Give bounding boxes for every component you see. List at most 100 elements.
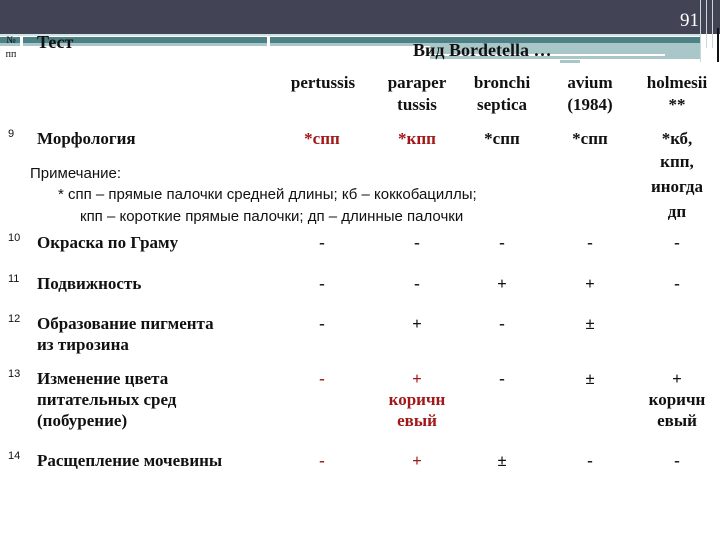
row-test-name: Образование пигмента из тирозина (37, 313, 214, 355)
table-cell: - (622, 450, 720, 471)
row-number: 9 (8, 128, 15, 140)
cell-line: ± (585, 369, 595, 388)
note-title: Примечание: (30, 165, 121, 182)
cell-line: - (319, 233, 325, 252)
table-cell: - (296, 273, 348, 294)
row-test-name: Окраска по Граму (37, 232, 178, 253)
table-cell: - (372, 232, 462, 253)
column-header-test: Тест (37, 32, 74, 52)
test-name-line: Расщепление мочевины (37, 451, 223, 470)
decor-vline (706, 0, 707, 48)
species-name: pertussis (290, 73, 356, 92)
test-name-line: Образование пигмента (37, 314, 214, 333)
species-name: septica (476, 95, 528, 114)
slide-title-bar (0, 0, 720, 34)
table-cell: *кпп (372, 128, 462, 149)
cell-line: - (499, 233, 505, 252)
note-line-1: * спп – прямые палочки средней длины; кб… (58, 186, 477, 203)
cell-line: дп (667, 202, 687, 221)
cell-line: + (412, 314, 422, 333)
row-test-name: Подвижность (37, 273, 141, 294)
cell-line: + (412, 369, 422, 388)
cell-line: *спп (484, 129, 520, 148)
row-number: 11 (8, 273, 20, 285)
row-number: 12 (8, 313, 21, 325)
cell-line: - (674, 274, 680, 293)
test-name-line: Подвижность (37, 274, 142, 293)
cell-line: *спп (304, 129, 340, 148)
slide-number: 91 (680, 10, 699, 31)
column-header-avium: avium (1984) (548, 72, 632, 116)
row-number: 14 (8, 450, 21, 462)
species-name: paraper (387, 73, 447, 92)
column-header-pertussis: pertussis (283, 72, 363, 94)
decor-vline (712, 0, 713, 48)
cell-line: + (497, 274, 507, 293)
test-name-line: Окраска по Граму (37, 233, 179, 252)
test-name-line: Морфология (37, 129, 136, 148)
column-header-bronchiseptica: bronchi septica (462, 72, 542, 116)
decor-vline (700, 0, 701, 62)
table-cell: - (548, 450, 632, 471)
species-name: tussis (397, 95, 437, 114)
cell-line: ± (497, 451, 507, 470)
cell-line: - (674, 233, 680, 252)
table-cell: *кб, кпп, иногда дп (622, 128, 720, 224)
table-cell: - (296, 232, 348, 253)
table-cell: *спп (462, 128, 542, 149)
table-cell: + (372, 313, 462, 334)
table-cell: - (372, 273, 462, 294)
table-cell: - (462, 232, 542, 253)
table-cell: + (462, 273, 542, 294)
table-cell: *спп (296, 128, 348, 149)
column-header-number: № пп (5, 35, 17, 60)
species-name: bronchi (473, 73, 531, 92)
column-header-holmesii: holmesii ** (622, 72, 720, 116)
cell-line: - (674, 451, 680, 470)
cell-line: + (585, 274, 595, 293)
cell-line: *спп (572, 129, 608, 148)
table-cell: - (622, 232, 720, 253)
decor-bar (560, 60, 580, 63)
cell-line: - (499, 369, 505, 388)
test-name-line: (побурение) (37, 411, 128, 430)
table-cell: ± (462, 450, 542, 471)
table-cell: - (296, 368, 348, 389)
cell-line: евый (397, 411, 437, 430)
row-test-name: Расщепление мочевины (37, 450, 222, 471)
cell-line: иногда (650, 177, 704, 196)
cell-line: *кпп (398, 129, 436, 148)
test-name-line: из тирозина (37, 335, 129, 354)
column-group-header-species: Вид Bordetella … (413, 40, 552, 60)
row-test-name: Морфология (37, 128, 136, 149)
note-line-2: кпп – короткие прямые палочки; дп – длин… (80, 208, 464, 225)
row-number: 10 (8, 232, 21, 244)
table-cell: - (296, 313, 348, 334)
table-cell: *спп (548, 128, 632, 149)
cell-line: + (672, 369, 682, 388)
cell-line: *кб, (661, 129, 693, 148)
cell-line: + (412, 451, 422, 470)
table-cell: ± (548, 313, 632, 334)
row-test-name: Изменение цвета питательных сред (побурени… (37, 368, 176, 431)
table-cell: + (372, 450, 462, 471)
table-cell: - (548, 232, 632, 253)
decor-bar (270, 43, 430, 46)
cell-line: - (414, 274, 420, 293)
species-name: holmesii (646, 73, 708, 92)
cell-line: - (319, 274, 325, 293)
cell-line: ± (585, 314, 595, 333)
cell-line: - (587, 451, 593, 470)
cell-line: - (587, 233, 593, 252)
cell-line: коричн (648, 390, 706, 409)
table-cell: - (296, 450, 348, 471)
cell-line: - (499, 314, 505, 333)
table-cell: - (622, 273, 720, 294)
table-cell: + коричн евый (622, 368, 720, 431)
cell-line: - (319, 451, 325, 470)
cell-line: кпп, (660, 152, 694, 171)
row-number: 13 (8, 368, 21, 380)
table-cell: - (462, 313, 542, 334)
table-cell: - (462, 368, 542, 389)
table-cell: + коричн евый (372, 368, 462, 431)
